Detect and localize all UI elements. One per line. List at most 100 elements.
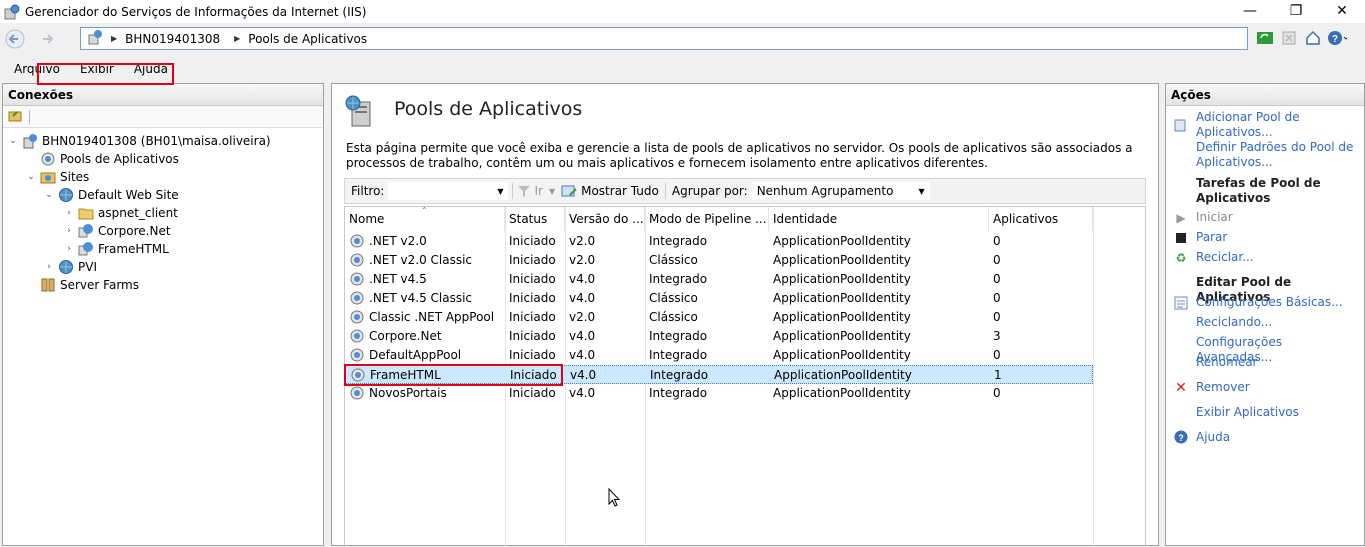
table-row[interactable]: Corpore.Net Iniciado v4.0 Integrado Applicat… (345, 327, 1093, 346)
rename-link[interactable]: Renomear (1196, 355, 1361, 370)
tree-node-aspnet-client[interactable]: › aspnet_client (63, 204, 178, 222)
app-pool-icon (40, 151, 56, 167)
expand-chevron-icon[interactable]: › (63, 208, 75, 218)
table-cell: DefaultAppPool (369, 348, 462, 362)
back-button[interactable] (4, 28, 26, 50)
table-row[interactable]: DefaultAppPool Iniciado v4.0 Integrado Appli… (345, 346, 1093, 365)
recycle-icon: ♻ (1175, 251, 1187, 265)
tree-node-sites[interactable]: ⌄ Sites (25, 168, 89, 186)
connect-button[interactable] (7, 107, 23, 126)
iis-app-icon (4, 4, 20, 20)
maximize-button[interactable]: ❐ (1273, 0, 1319, 22)
table-cell: .NET v2.0 Classic (369, 253, 473, 267)
help-button[interactable]: ? (1327, 28, 1347, 48)
table-row[interactable]: .NET v2.0 Classic Iniciado v2.0 Clássico App… (345, 251, 1093, 270)
app-pools-feature-icon (344, 94, 378, 131)
recycle-link[interactable]: Reciclar... (1196, 250, 1361, 265)
tree-node-corpore-net[interactable]: › Corpore.Net (63, 222, 171, 240)
home-icon (1306, 30, 1320, 45)
refresh-button[interactable] (1255, 28, 1275, 48)
recycling-link[interactable]: Reciclando... (1196, 315, 1361, 330)
table-cell: ApplicationPoolIdentity (773, 329, 911, 343)
column-header-identity[interactable]: Identidade (769, 207, 989, 231)
app-pools-table: Nome ⌃ Status Versão do ... Modo de Pipe… (344, 206, 1146, 547)
breadcrumb-separator-icon: ▶ (111, 34, 118, 43)
column-header-status[interactable]: Status (505, 207, 565, 231)
tree-node-app-pools[interactable]: Pools de Aplicativos (25, 150, 179, 168)
table-cell: v2.0 (569, 234, 596, 248)
stop-button[interactable] (1279, 28, 1299, 48)
close-button[interactable]: ✕ (1319, 0, 1365, 22)
address-field[interactable]: ▶ BHN019401308 ▶ Pools de Aplicativos (80, 27, 1248, 50)
table-row[interactable]: Classic .NET AppPool Iniciado v2.0 Clássico… (345, 308, 1093, 327)
table-cell: Iniciado (509, 253, 556, 267)
show-all-button[interactable]: Mostrar Tudo (561, 183, 659, 199)
collapse-chevron-icon[interactable]: ⌄ (7, 136, 19, 146)
start-link[interactable]: Iniciar (1196, 210, 1361, 225)
table-cell: Iniciado (509, 329, 556, 343)
collapse-chevron-icon[interactable]: ⌄ (43, 190, 55, 200)
tree-node-pvi[interactable]: › PVI (43, 258, 97, 276)
table-cell: v4.0 (569, 291, 596, 305)
tree-node-framehtml[interactable]: › FrameHTML (63, 240, 169, 258)
tree-node-server-farms[interactable]: Server Farms (25, 276, 139, 294)
go-button[interactable]: Ir ▼ (517, 184, 555, 198)
column-header-pipeline[interactable]: Modo de Pipeline ... (645, 207, 769, 231)
table-row[interactable]: .NET v4.5 Classic Iniciado v4.0 Clássico App… (345, 289, 1093, 308)
remove-link[interactable]: Remover (1196, 380, 1361, 395)
tree-label: BHN019401308 (BH01\maisa.oliveira) (42, 134, 271, 148)
table-cell: 0 (993, 348, 1001, 362)
view-apps-link[interactable]: Exibir Aplicativos (1196, 405, 1361, 420)
help-link[interactable]: Ajuda (1196, 430, 1361, 445)
stop-link[interactable]: Parar (1196, 230, 1361, 245)
actions-header: Ações (1166, 84, 1364, 106)
filter-input[interactable]: ▼ (388, 182, 509, 200)
table-cell: Iniciado (509, 272, 556, 286)
basic-settings-link[interactable]: Configurações Básicas... (1196, 295, 1361, 310)
breadcrumb-server[interactable]: BHN019401308 (125, 32, 220, 46)
set-defaults-link[interactable]: Definir Padrões do Pool de Aplicativos..… (1196, 140, 1361, 170)
table-row[interactable]: .NET v2.0 Iniciado v2.0 Integrado Applicatio… (345, 232, 1093, 251)
table-cell: Integrado (649, 272, 708, 286)
table-cell: NovosPortais (369, 386, 447, 400)
tree-label: aspnet_client (98, 206, 178, 220)
expand-chevron-icon[interactable]: › (43, 262, 55, 272)
add-pool-link[interactable]: Adicionar Pool de Aplicativos... (1196, 110, 1361, 140)
breadcrumb-app-pools[interactable]: Pools de Aplicativos (248, 32, 367, 46)
forward-button[interactable] (36, 28, 58, 50)
tree-node-default-web-site[interactable]: ⌄ Default Web Site (43, 186, 179, 204)
home-button[interactable] (1303, 28, 1323, 48)
forward-arrow-icon (43, 34, 54, 44)
tree-node-server[interactable]: ⌄ BHN019401308 (BH01\maisa.oliveira) (7, 132, 271, 150)
expand-chevron-icon[interactable]: › (63, 226, 75, 236)
table-row[interactable]: NovosPortais Iniciado v4.0 Integrado Applica… (345, 384, 1093, 403)
table-row[interactable]: .NET v4.5 Iniciado v4.0 Integrado Applicatio… (345, 270, 1093, 289)
table-cell: 0 (993, 310, 1001, 324)
app-pool-row-icon (349, 271, 365, 290)
remove-x-icon: ✕ (1175, 380, 1187, 396)
table-cell: 3 (993, 329, 1001, 343)
sort-ascending-icon: ⌃ (421, 206, 428, 215)
column-header-version[interactable]: Versão do ... (565, 207, 645, 231)
toolbar-divider (512, 183, 514, 199)
actions-pane: Ações Adicionar Pool de Aplicativos... D… (1165, 83, 1365, 546)
collapse-chevron-icon[interactable]: ⌄ (25, 172, 37, 182)
table-cell: Iniciado (509, 291, 556, 305)
minimize-button[interactable]: — (1227, 0, 1273, 22)
table-cell: Iniciado (509, 348, 556, 362)
table-cell: ApplicationPoolIdentity (773, 253, 911, 267)
group-by-select[interactable]: Nenhum Agrupamento ▼ (751, 182, 930, 200)
column-header-applications[interactable]: Aplicativos (989, 207, 1093, 231)
expand-chevron-icon[interactable]: › (63, 244, 75, 254)
table-cell: Clássico (649, 310, 698, 324)
globe-icon (58, 259, 74, 275)
connect-icon (8, 111, 22, 122)
address-bar: ▶ BHN019401308 ▶ Pools de Aplicativos ? (0, 24, 1365, 54)
web-app-icon (78, 223, 94, 239)
dropdown-arrow-icon: ▼ (918, 186, 925, 196)
table-cell: .NET v2.0 (369, 234, 427, 248)
tree-label: Default Web Site (78, 188, 179, 202)
menu-bar: Arquivo Exibir Ajuda (0, 58, 1365, 80)
title-bar: Gerenciador do Serviços de Informações d… (0, 0, 1365, 23)
svg-text:?: ? (1178, 433, 1184, 443)
